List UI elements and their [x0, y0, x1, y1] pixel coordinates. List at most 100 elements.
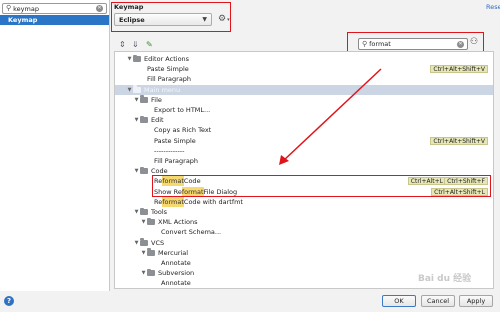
- action-label-part: Code with dartfmt: [183, 197, 243, 206]
- shortcut-badge: Ctrl+Alt+Shift+V: [430, 136, 488, 145]
- search-icon: ⚲: [6, 4, 12, 12]
- folder-icon: [140, 166, 148, 175]
- expand-arrow-icon[interactable]: ▼: [126, 54, 133, 64]
- shortcut-badge: Ctrl+Shift+F: [444, 177, 488, 186]
- search-match-highlight: format: [162, 176, 184, 187]
- tree-action-row[interactable]: Show Re format File Dialog Ctrl+Alt+Shift+…: [115, 186, 493, 197]
- action-label-part: File Dialog: [203, 187, 238, 196]
- gear-icon: ⚙: [218, 14, 227, 24]
- tree-action-row[interactable]: Paste Simple Ctrl+Alt+Shift+V: [115, 136, 493, 146]
- reset-link[interactable]: Reset: [486, 3, 500, 11]
- action-label: Annotate: [161, 279, 191, 288]
- expand-all-icon[interactable]: ⇕: [119, 40, 126, 49]
- settings-search-input[interactable]: keymap: [13, 5, 94, 13]
- expand-arrow-icon[interactable]: ▼: [140, 268, 147, 278]
- tree-action-row[interactable]: Re format Code Ctrl+Alt+L Ctrl+Shift+F: [115, 176, 493, 187]
- group-label: Tools: [151, 208, 168, 216]
- shortcut-badge: Ctrl+Alt+L: [407, 177, 446, 186]
- dropdown-arrow-icon: ▾: [227, 17, 230, 23]
- edit-shortcut-icon[interactable]: ✎: [146, 40, 153, 49]
- group-label: File: [151, 95, 162, 104]
- chevron-down-icon: ▼: [202, 16, 207, 23]
- tree-action-row[interactable]: Copy as Rich Text: [115, 125, 493, 135]
- action-label-part: Code: [183, 177, 201, 186]
- action-label: Export to HTML...: [154, 106, 211, 114]
- tree-action-row[interactable]: -------------: [115, 146, 493, 156]
- expand-arrow-icon[interactable]: ▼: [133, 95, 140, 105]
- folder-icon: [147, 217, 155, 226]
- settings-nav-panel: ⚲ keymap ✕ Keymap: [0, 0, 110, 291]
- tree-group-row[interactable]: ▼ Main menu: [115, 84, 493, 95]
- folder-icon: [133, 85, 141, 93]
- help-icon[interactable]: ?: [4, 296, 14, 306]
- tree-group-row[interactable]: ▼ Tools: [115, 207, 493, 217]
- folder-icon: [140, 115, 148, 124]
- tree-action-row[interactable]: Convert Schema...: [115, 227, 493, 237]
- folder-icon: [147, 248, 155, 256]
- action-label: Convert Schema...: [161, 228, 222, 237]
- find-by-shortcut-icon[interactable]: ⚇: [470, 37, 478, 47]
- tree-group-row[interactable]: ▼ VCS: [115, 238, 493, 248]
- expand-arrow-icon[interactable]: ▼: [133, 238, 140, 248]
- keymap-action-tree[interactable]: ▼ Editor Actions Paste Simple Ctrl+Alt+Shif…: [114, 51, 494, 289]
- group-label: VCS: [151, 238, 165, 247]
- action-label-part: Re: [154, 197, 163, 206]
- folder-icon: [140, 238, 148, 246]
- tree-group-row[interactable]: ▼ Editor Actions: [115, 54, 493, 64]
- action-label: -------------: [154, 146, 185, 155]
- folder-icon: [140, 207, 148, 215]
- tree-group-row[interactable]: ▼ Mercurial: [115, 248, 493, 258]
- action-search-input[interactable]: format: [369, 40, 455, 48]
- search-match-highlight: format: [162, 196, 184, 207]
- cancel-button[interactable]: Cancel: [421, 295, 455, 307]
- collapse-all-icon[interactable]: ⇓: [132, 40, 139, 49]
- folder-icon: [140, 95, 148, 103]
- expand-arrow-icon[interactable]: ▼: [126, 85, 133, 95]
- group-label: Editor Actions: [144, 55, 190, 63]
- page-title: Keymap: [114, 3, 144, 11]
- action-label: Copy as Rich Text: [154, 126, 212, 135]
- shortcut-badge: Ctrl+Alt+Shift+L: [431, 187, 488, 196]
- action-label: Annotate: [161, 259, 191, 267]
- action-search-field[interactable]: ⚲ format ✕: [358, 38, 468, 50]
- nav-item-keymap[interactable]: Keymap: [0, 15, 109, 25]
- tree-group-row[interactable]: ▼ Code: [115, 166, 493, 176]
- keymap-scheme-value: Eclipse: [119, 15, 145, 24]
- tree-group-row[interactable]: ▼ XML Actions: [115, 217, 493, 227]
- tree-action-row[interactable]: Export to HTML...: [115, 105, 493, 115]
- apply-button[interactable]: Apply: [459, 295, 493, 307]
- expand-arrow-icon[interactable]: ▼: [133, 115, 140, 125]
- clear-search-icon[interactable]: ✕: [457, 40, 464, 48]
- tree-group-row[interactable]: ▼ File: [115, 95, 493, 105]
- folder-icon: [147, 268, 155, 277]
- tree-action-row[interactable]: Annotate: [115, 258, 493, 268]
- scheme-actions-button[interactable]: ⚙▾: [218, 14, 230, 24]
- group-label: Main menu: [144, 85, 181, 94]
- tree-group-row[interactable]: ▼ Edit: [115, 115, 493, 125]
- folder-icon: [133, 54, 141, 62]
- search-match-highlight: format: [181, 186, 204, 197]
- group-label: Code: [151, 167, 168, 176]
- action-label: Fill Paragraph: [154, 157, 199, 165]
- expand-arrow-icon[interactable]: ▼: [133, 207, 140, 217]
- settings-search-field[interactable]: ⚲ keymap ✕: [2, 3, 107, 14]
- group-label: Mercurial: [158, 248, 189, 257]
- tree-action-row[interactable]: Re format Code with dartfmt: [115, 196, 493, 207]
- ok-button[interactable]: OK: [382, 295, 416, 307]
- watermark: Bai du 经验: [418, 274, 472, 284]
- keymap-scheme-select[interactable]: Eclipse ▼: [114, 13, 212, 26]
- action-label-part: Show Re: [154, 187, 182, 196]
- action-label: Paste Simple: [147, 65, 189, 74]
- group-label: Edit: [151, 116, 164, 125]
- clear-search-icon[interactable]: ✕: [96, 5, 103, 12]
- group-label: XML Actions: [158, 218, 198, 227]
- expand-arrow-icon[interactable]: ▼: [140, 217, 147, 227]
- tree-action-row[interactable]: Paste Simple Ctrl+Alt+Shift+V: [115, 64, 493, 74]
- action-label: Paste Simple: [154, 136, 196, 145]
- tree-action-row[interactable]: Fill Paragraph: [115, 74, 493, 84]
- tree-action-row[interactable]: Fill Paragraph: [115, 156, 493, 166]
- group-label: Subversion: [158, 269, 195, 278]
- expand-arrow-icon[interactable]: ▼: [133, 166, 140, 176]
- action-label: Fill Paragraph: [147, 75, 192, 84]
- expand-arrow-icon[interactable]: ▼: [140, 248, 147, 258]
